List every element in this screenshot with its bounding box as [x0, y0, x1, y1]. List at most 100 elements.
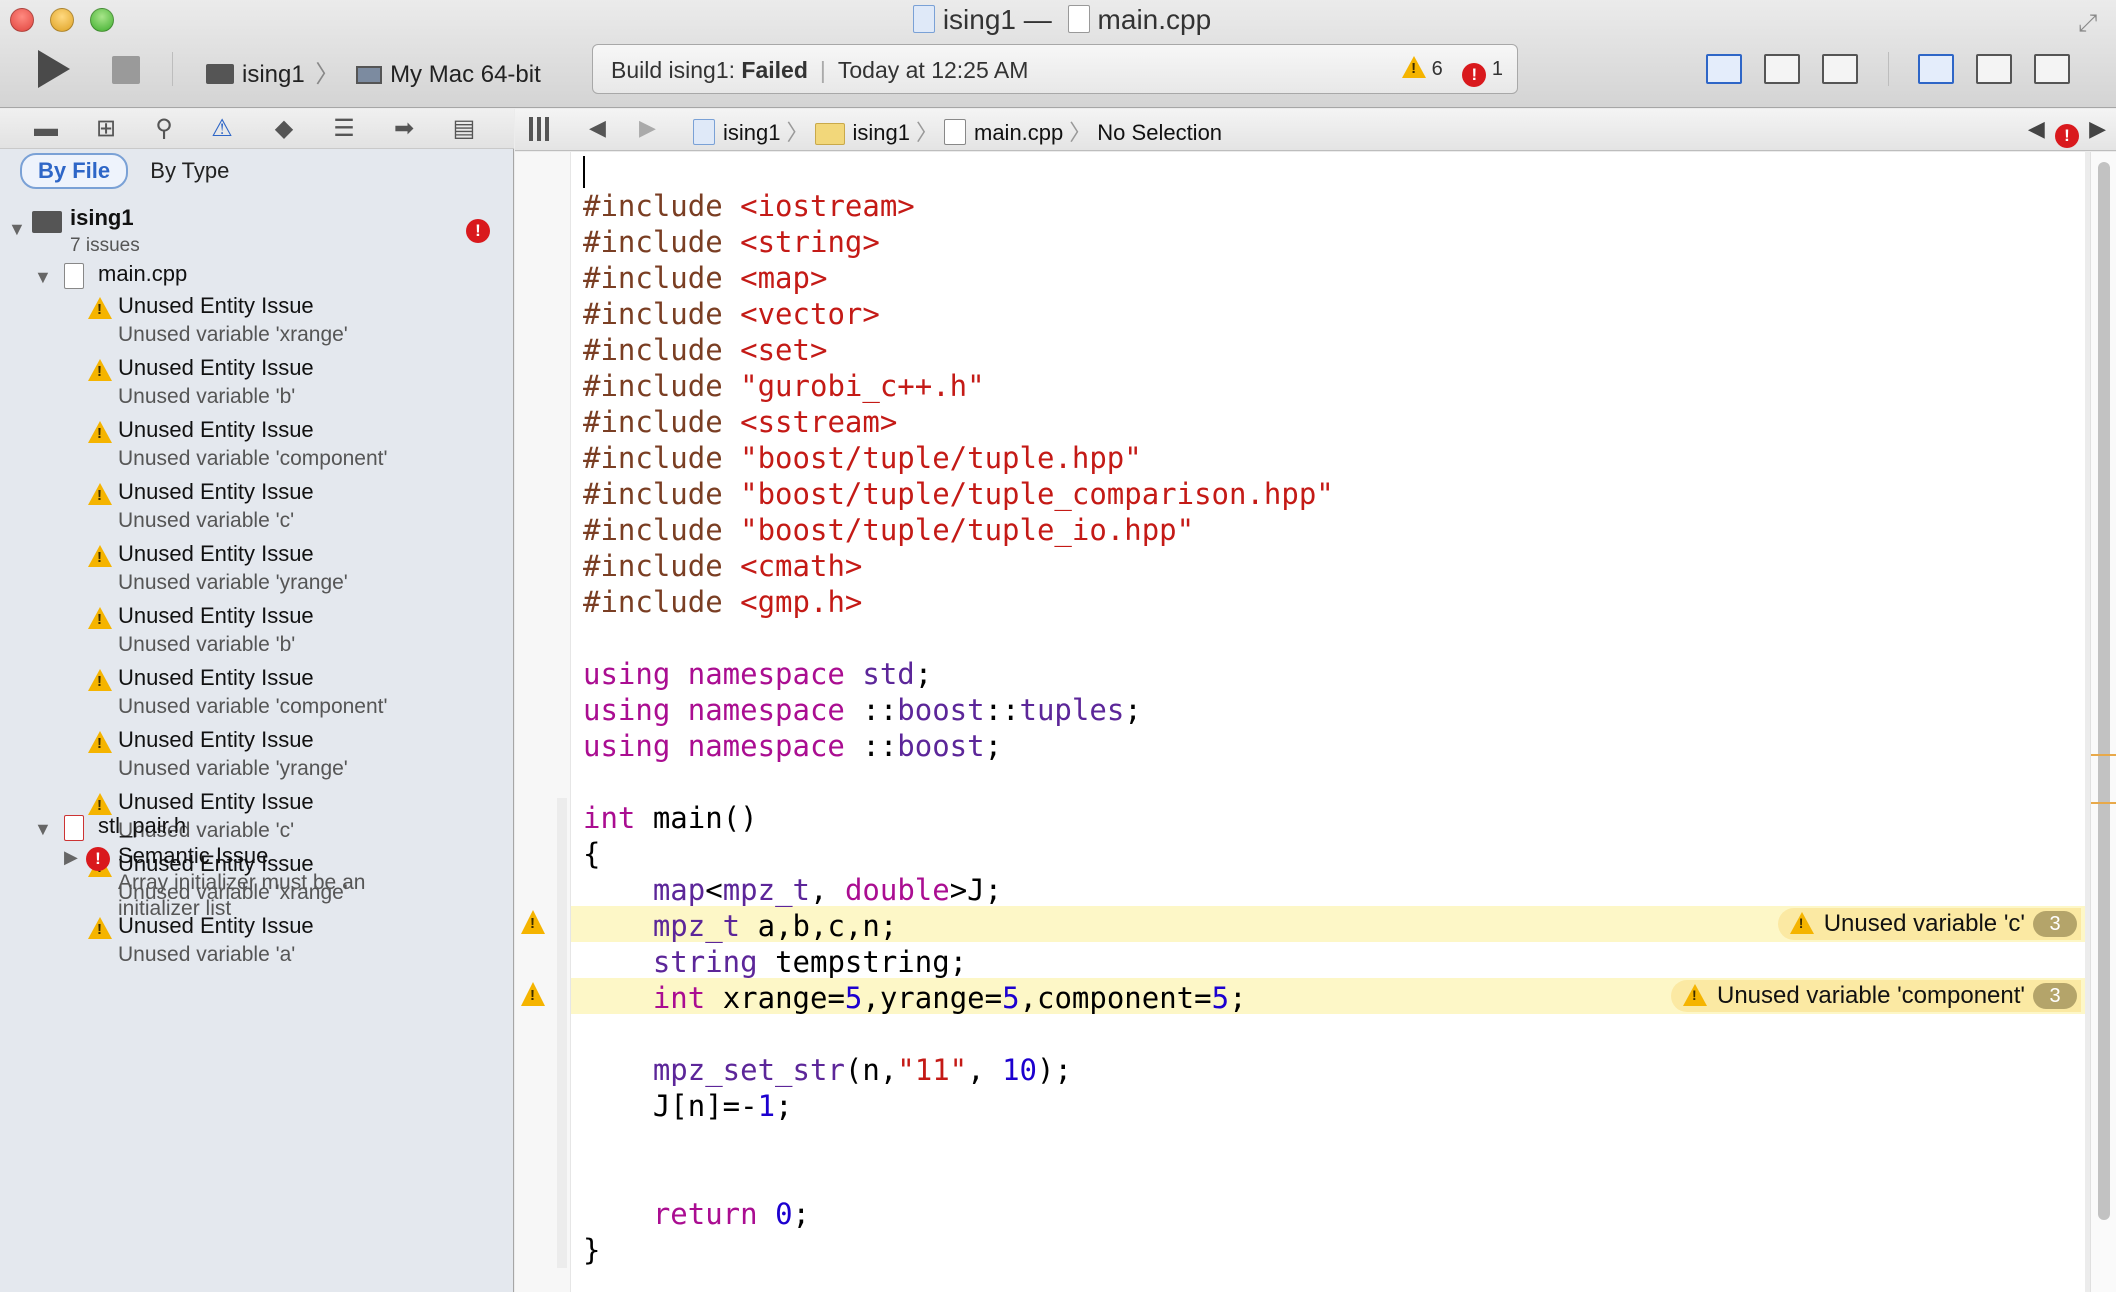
- code-token: ::: [984, 693, 1020, 727]
- code-token: "boost/tuple/tuple.hpp": [740, 441, 1142, 475]
- warning-icon: [88, 917, 112, 939]
- warning-icon[interactable]: [521, 982, 545, 1006]
- issue-detail: Unused variable 'b': [118, 385, 296, 408]
- warning-bubble-count[interactable]: 3: [2033, 911, 2077, 937]
- code-line: #include "boost/tuple/tuple.hpp": [583, 440, 1142, 476]
- text-cursor: [583, 156, 585, 188]
- related-items-icon[interactable]: [529, 117, 553, 141]
- warning-icon: [88, 421, 112, 443]
- magnifier-icon[interactable]: ⚲: [150, 115, 178, 143]
- editor-gutter[interactable]: [515, 152, 571, 1292]
- debug-area-toggle-icon[interactable]: [1976, 54, 2012, 84]
- activity-viewer[interactable]: Build ising1: Failed | Today at 12:25 AM 6…: [592, 44, 1518, 94]
- by-type-tab[interactable]: By Type: [134, 155, 245, 187]
- file-row-main-cpp[interactable]: [64, 263, 84, 295]
- scheme-selector[interactable]: ising1 〉 My Mac 64-bit: [206, 54, 541, 89]
- crumb-project[interactable]: ising1: [723, 120, 780, 145]
- warning-bubble-text: Unused variable 'component': [1716, 982, 2025, 1009]
- issue-title[interactable]: Unused Entity Issue: [118, 293, 314, 319]
- issue-marker: [2091, 802, 2116, 804]
- semantic-issue-detail: Array initializer must be an: [118, 871, 366, 894]
- standard-editor-icon[interactable]: [1706, 54, 1742, 84]
- previous-issue-icon[interactable]: ◀: [2028, 116, 2045, 141]
- diamond-icon[interactable]: ◆: [270, 115, 298, 143]
- warning-icon[interactable]: [521, 910, 545, 934]
- run-button[interactable]: [38, 50, 70, 88]
- code-token: <set>: [740, 333, 828, 367]
- warning-bubble[interactable]: Unused variable 'component' 3: [1670, 980, 2081, 1012]
- disclosure-open-icon[interactable]: ▼: [8, 219, 26, 240]
- navigator-toggle-icon[interactable]: [1918, 54, 1954, 84]
- code-token: tempstring;: [757, 945, 968, 979]
- issue-title[interactable]: Unused Entity Issue: [118, 789, 314, 815]
- issue-title[interactable]: Unused Entity Issue: [118, 417, 314, 443]
- code-token: ;: [914, 657, 933, 691]
- code-token: #include: [583, 441, 741, 475]
- list-icon[interactable]: ☰: [330, 115, 358, 143]
- issue-title[interactable]: Unused Entity Issue: [118, 541, 314, 567]
- file-row-stl-pair[interactable]: [64, 815, 84, 847]
- disclosure-closed-icon[interactable]: ▶: [64, 847, 78, 868]
- next-issue-icon[interactable]: ▶: [2089, 116, 2106, 141]
- forward-arrow-icon[interactable]: ▶: [639, 115, 656, 141]
- source-editor[interactable]: #include <iostream>#include <string>#inc…: [515, 152, 2085, 1292]
- code-token: );: [1036, 1053, 1072, 1087]
- vertical-scrollbar[interactable]: [2090, 152, 2116, 1292]
- code-token: boost: [897, 693, 985, 727]
- code-line: #include <iostream>: [583, 188, 915, 224]
- issue-counts[interactable]: 6 ! 1: [1402, 56, 1503, 87]
- code-line: }: [583, 1232, 600, 1268]
- project-doc-icon: [693, 119, 715, 145]
- crumb-symbol[interactable]: No Selection: [1097, 120, 1222, 145]
- crumb-file[interactable]: main.cpp: [974, 120, 1063, 145]
- code-folding-ribbon[interactable]: [557, 798, 567, 1268]
- back-arrow-icon[interactable]: ◀: [589, 115, 606, 141]
- header-file-icon: [64, 815, 84, 841]
- warning-icon: [1402, 56, 1427, 78]
- warning-icon: [88, 359, 112, 381]
- code-token: #include: [583, 513, 741, 547]
- breakpoint-icon[interactable]: ➡: [390, 115, 418, 143]
- semantic-issue-title[interactable]: Semantic Issue: [118, 843, 268, 869]
- error-icon[interactable]: !: [2054, 124, 2079, 148]
- log-icon[interactable]: ▤: [450, 115, 478, 143]
- window-title-sep: —: [1023, 4, 1052, 35]
- issue-title[interactable]: Unused Entity Issue: [118, 665, 314, 691]
- project-row[interactable]: [32, 211, 62, 239]
- navigator-selector-bar: ▬ ⊞ ⚲ ⚠ ◆ ☰ ➡ ▤: [0, 109, 514, 149]
- scheme-destination[interactable]: My Mac 64-bit: [390, 61, 541, 88]
- issue-title[interactable]: Unused Entity Issue: [118, 727, 314, 753]
- warning-icon: [88, 731, 112, 753]
- hierarchy-icon[interactable]: ⊞: [92, 115, 120, 143]
- warning-icon[interactable]: ⚠: [208, 115, 236, 143]
- window-title-project: ising1: [942, 4, 1016, 35]
- code-line: using namespace ::boost::tuples;: [583, 692, 1142, 728]
- disclosure-open-icon[interactable]: ▼: [34, 819, 52, 840]
- version-editor-icon[interactable]: [1822, 54, 1858, 84]
- issue-title[interactable]: Unused Entity Issue: [118, 355, 314, 381]
- code-token: std: [862, 657, 915, 691]
- disclosure-open-icon[interactable]: ▼: [34, 267, 52, 288]
- warning-bubble-count[interactable]: 3: [2033, 983, 2077, 1009]
- build-time: Today at 12:25 AM: [837, 57, 1029, 83]
- code-token: 0: [775, 1197, 793, 1231]
- utilities-toggle-icon[interactable]: [2034, 54, 2070, 84]
- stop-button[interactable]: [112, 56, 140, 84]
- scrollbar-thumb[interactable]: [2098, 162, 2110, 1220]
- issue-title[interactable]: Unused Entity Issue: [118, 479, 314, 505]
- cpp-file-icon: [1067, 5, 1090, 33]
- scheme-project[interactable]: ising1: [242, 61, 305, 88]
- code-token: #include: [583, 477, 741, 511]
- assistant-editor-icon[interactable]: [1764, 54, 1800, 84]
- project-doc-icon: [912, 5, 935, 33]
- code-token: J[n]=-: [583, 1089, 758, 1123]
- issue-title[interactable]: Unused Entity Issue: [118, 603, 314, 629]
- warning-bubble[interactable]: Unused variable 'c' 3: [1777, 908, 2081, 940]
- folder-icon[interactable]: ▬: [32, 115, 60, 143]
- code-line: #include <vector>: [583, 296, 880, 332]
- code-token: boost: [897, 729, 985, 763]
- fullscreen-icon[interactable]: ⤢: [2078, 10, 2102, 37]
- crumb-folder[interactable]: ising1: [853, 120, 910, 145]
- by-file-tab[interactable]: By File: [20, 153, 129, 189]
